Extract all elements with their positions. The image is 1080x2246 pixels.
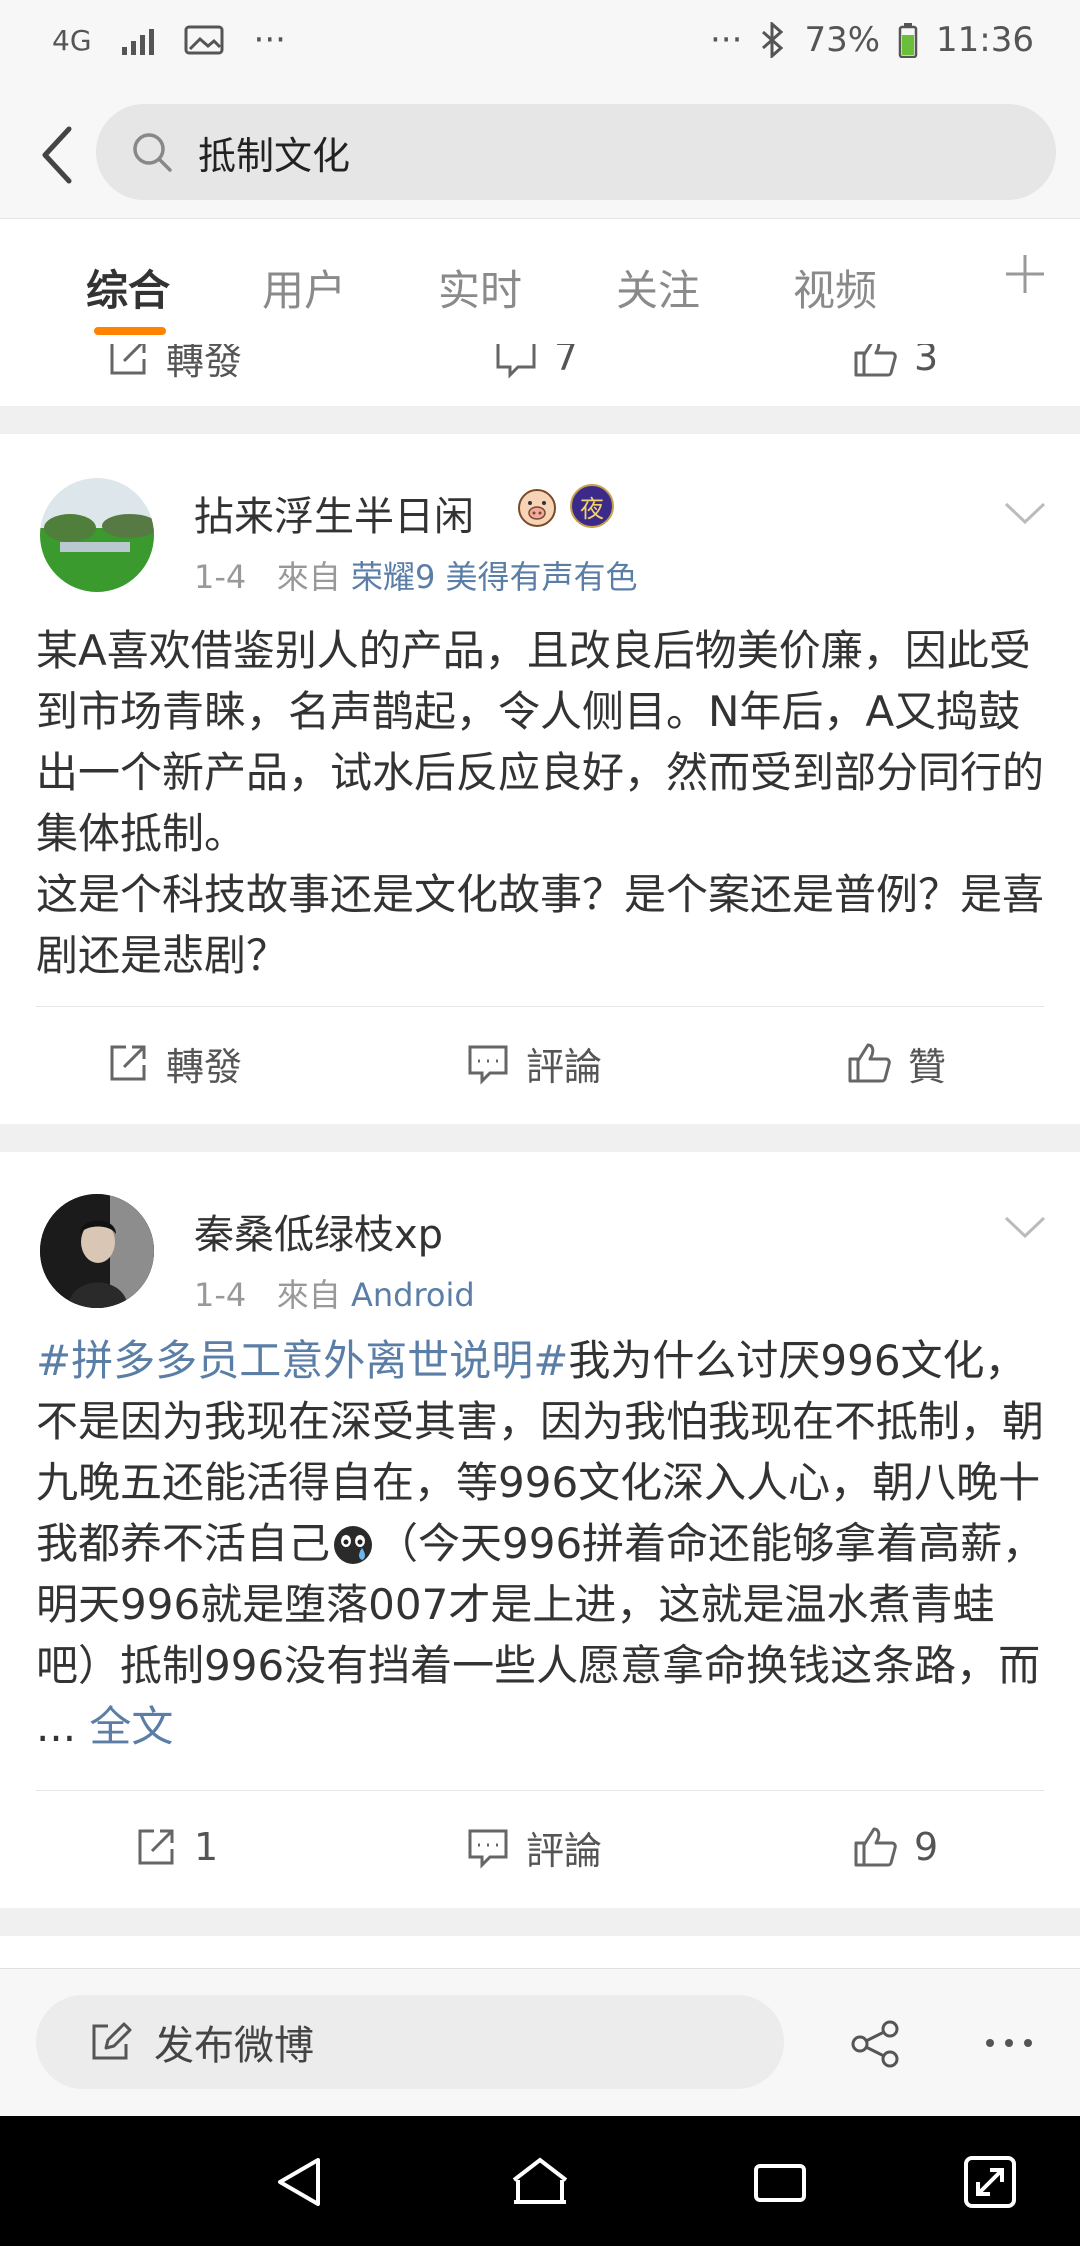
search-header: 抵制文化 <box>0 92 1080 218</box>
avatar-landscape-image <box>40 478 154 592</box>
repost-label: 轉發 <box>166 1044 243 1089</box>
search-input[interactable]: 抵制文化 <box>96 104 1056 200</box>
compose-label: 发布微博 <box>154 2023 314 2069</box>
back-arrow-icon <box>42 126 72 184</box>
tab-users[interactable]: 用户 <box>262 257 346 318</box>
more-options-icon[interactable] <box>984 2033 1034 2053</box>
comment-button[interactable]: 評論 <box>466 1008 602 1118</box>
status-left: 4G ··· <box>52 20 286 60</box>
comment-label: 評論 <box>526 1828 603 1873</box>
crying-face-emoji-icon <box>334 1526 373 1564</box>
nav-home-icon[interactable] <box>510 2152 570 2212</box>
system-nav-bar <box>0 2116 1080 2246</box>
clock: 11:36 <box>936 20 1034 60</box>
post-actions: 1 評論 9 <box>0 1792 1080 1902</box>
comment-icon <box>496 344 536 379</box>
pig-emoji-icon <box>518 489 556 527</box>
post-card[interactable]: 秦桑低绿枝xp 1-4 來自 Android #拼多多员工意外离世说明#我为什么… <box>0 1152 1080 1908</box>
post-date: 1-4 <box>194 558 247 596</box>
tab-video[interactable]: 视频 <box>793 257 877 318</box>
like-label: 贊 <box>908 1044 947 1089</box>
battery-icon <box>898 23 918 58</box>
compose-post-button[interactable]: 发布微博 <box>36 1995 784 2089</box>
thumbs-up-icon <box>848 1043 891 1083</box>
avatar-portrait-image <box>40 1194 154 1308</box>
tab-all[interactable]: 综合 <box>86 257 170 318</box>
more-notifications: ··· <box>253 20 286 60</box>
tab-bar: 综合 用户 实时 关注 视频 <box>0 218 1080 344</box>
back-button[interactable] <box>22 120 92 190</box>
thumbs-up-icon <box>854 1827 897 1867</box>
comment-label: 評論 <box>526 1044 603 1089</box>
from-label: 來自 <box>276 1276 341 1314</box>
previous-post-actions: 轉發 7 3 <box>0 344 1080 406</box>
night-badge: 夜 <box>570 484 614 528</box>
compose-bar: 发布微博 <box>0 1968 1080 2116</box>
nav-recents-icon[interactable] <box>750 2152 810 2212</box>
comment-icon <box>468 1045 508 1085</box>
repost-label: 轉發 <box>166 344 243 383</box>
comment-icon <box>468 1829 508 1869</box>
share-icon[interactable] <box>850 2019 902 2069</box>
post-source[interactable]: 荣耀9 美得有声有色 <box>351 558 638 596</box>
tab-realtime[interactable]: 实时 <box>438 257 522 318</box>
edit-icon <box>92 2022 132 2060</box>
repost-button[interactable]: 1 <box>134 1792 218 1902</box>
repost-icon <box>110 1045 146 1081</box>
search-query: 抵制文化 <box>198 133 351 178</box>
more-status: ··· <box>710 20 743 60</box>
divider <box>36 1006 1044 1007</box>
status-bar: 4G ··· ··· 73% 11:36 <box>0 0 1080 92</box>
add-tab-icon[interactable] <box>1000 249 1050 299</box>
avatar[interactable] <box>40 1194 154 1308</box>
nav-back-icon[interactable] <box>270 2152 330 2212</box>
nav-expand-icon[interactable] <box>960 2152 1020 2212</box>
chevron-down-icon[interactable] <box>1000 494 1050 534</box>
post-meta: 1-4 來自 Android <box>194 1270 475 1316</box>
post-text[interactable]: #拼多多员工意外离世说明#我为什么讨厌996文化，不是因为我现在深受其害，因为我… <box>36 1330 1046 1757</box>
previous-repost-button[interactable]: 轉發 <box>106 344 242 406</box>
chevron-down-icon[interactable] <box>1000 1208 1050 1248</box>
bluetooth-icon <box>762 22 784 58</box>
from-label: 來自 <box>276 558 341 596</box>
post-source[interactable]: Android <box>351 1276 475 1314</box>
previous-like-button[interactable]: 3 <box>852 344 938 406</box>
repost-icon <box>110 344 146 375</box>
night-badge-label: 夜 <box>580 494 604 523</box>
repost-button[interactable]: 轉發 <box>106 1008 242 1118</box>
next-post-card <box>0 1936 1080 1968</box>
image-notification-icon <box>184 25 224 55</box>
username[interactable]: 拈来浮生半日闲 <box>194 484 474 542</box>
username[interactable]: 秦桑低绿枝xp <box>194 1202 443 1260</box>
signal-icon <box>121 25 154 55</box>
like-count: 9 <box>914 1825 939 1869</box>
active-tab-indicator <box>94 327 166 335</box>
post-date: 1-4 <box>194 1276 247 1314</box>
thumbs-up-icon <box>854 344 897 377</box>
post-meta: 1-4 來自 荣耀9 美得有声有色 <box>194 552 638 598</box>
post-card[interactable]: 拈来浮生半日闲 夜 1-4 來自 荣耀9 美得有声有色 某A喜欢借鉴别人的产品，… <box>0 434 1080 1124</box>
like-count: 3 <box>914 344 939 379</box>
network-type: 4G <box>52 23 92 57</box>
hashtag-link[interactable]: #拼多多员工意外离世说明# <box>36 1336 568 1385</box>
like-button[interactable]: 9 <box>852 1792 938 1902</box>
tab-following[interactable]: 关注 <box>616 257 700 318</box>
post-text[interactable]: 某A喜欢借鉴别人的产品，且改良后物美价廉，因此受到市场青睐，名声鹊起，令人侧目。… <box>36 620 1046 986</box>
comment-count: 7 <box>554 344 579 379</box>
post-actions: 轉發 評論 贊 <box>0 1008 1080 1118</box>
battery-percent: 73% <box>804 20 881 60</box>
repost-icon <box>138 1829 174 1865</box>
search-results-feed: 轉發 7 3 拈来浮生半日闲 夜 1-4 來自 荣耀9 美得有声有色 某A喜欢借… <box>0 344 1080 1968</box>
status-right: ··· 73% 11:36 <box>710 20 1034 60</box>
divider <box>36 1790 1044 1791</box>
comment-button[interactable]: 評論 <box>466 1792 602 1902</box>
search-icon <box>133 133 172 172</box>
avatar[interactable] <box>40 478 154 592</box>
like-button[interactable]: 贊 <box>846 1008 946 1118</box>
read-more-link[interactable]: 全文 <box>89 1702 173 1751</box>
previous-comment-button[interactable]: 7 <box>494 344 578 406</box>
repost-count: 1 <box>194 1825 219 1869</box>
